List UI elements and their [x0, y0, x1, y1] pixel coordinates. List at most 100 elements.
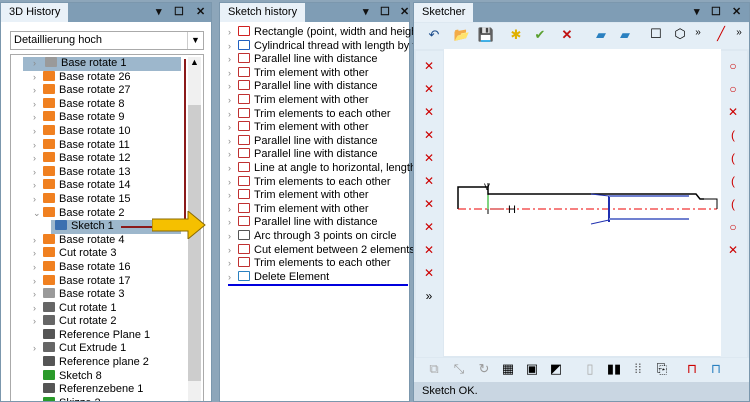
chevron-right-icon[interactable]: ›: [33, 342, 43, 356]
chevron-right-icon[interactable]: ›: [228, 108, 238, 122]
hexagon-icon[interactable]: ⬡: [670, 26, 690, 42]
tab-sketcher[interactable]: Sketcher: [414, 3, 474, 22]
cancel-changes-icon[interactable]: ✱: [506, 27, 526, 43]
chevron-right-icon[interactable]: ›: [33, 288, 43, 302]
maximize-icon[interactable]: ☐: [174, 5, 184, 18]
chevron-right-icon[interactable]: ›: [33, 275, 43, 289]
maximize-icon[interactable]: ☐: [711, 5, 721, 18]
tree-item[interactable]: › Cut rotate 2: [11, 315, 203, 329]
delete-icon[interactable]: ✕: [557, 27, 577, 43]
mirror-icon[interactable]: ⤡: [449, 361, 469, 377]
tree-item[interactable]: › Base rotate 10: [11, 124, 203, 139]
tree-item[interactable]: › Base rotate 12: [11, 152, 203, 166]
rotate-icon[interactable]: ↻: [474, 361, 494, 377]
chevron-right-icon[interactable]: ›: [228, 26, 238, 40]
dropdown-icon[interactable]: ▾: [694, 5, 700, 18]
chevron-right-icon[interactable]: ›: [228, 67, 238, 81]
accept-icon[interactable]: ✔: [530, 27, 550, 43]
chevron-right-icon[interactable]: ›: [33, 179, 43, 193]
chevron-right-icon[interactable]: ›: [228, 40, 238, 54]
tree-item[interactable]: › Base rotate 11: [11, 138, 203, 153]
arc-icon[interactable]: (: [724, 128, 742, 144]
tree-item[interactable]: › Base rotate 3: [11, 288, 203, 302]
tree-item[interactable]: Sketch 8: [11, 369, 203, 384]
sketch-history-item[interactable]: › Parallel line with distance: [228, 53, 409, 67]
scroll-thumb[interactable]: [188, 105, 201, 381]
tab-3d-history[interactable]: 3D History: [1, 3, 69, 22]
chevron-right-icon[interactable]: ›: [33, 193, 43, 207]
chevron-right-icon[interactable]: ›: [33, 247, 43, 261]
cut-element-icon[interactable]: ✕: [420, 105, 438, 121]
chevron-right-icon[interactable]: ›: [228, 189, 238, 203]
sketch-history-item[interactable]: › Trim element with other: [228, 93, 409, 108]
sketch-history-item[interactable]: › Line at angle to horizontal, length: [228, 161, 416, 176]
chevron-right-icon[interactable]: ›: [33, 57, 45, 71]
tree-item[interactable]: › Base rotate 27: [11, 84, 203, 98]
chevron-right-icon[interactable]: ›: [228, 271, 238, 285]
sketch-history-item[interactable]: › Parallel line with distance: [228, 216, 409, 230]
chevron-right-icon[interactable]: ›: [33, 98, 43, 112]
arc-tangent-icon[interactable]: (: [724, 197, 742, 213]
arc-circle-icon[interactable]: ○: [724, 220, 742, 236]
tree-item[interactable]: › Base rotate 26: [11, 70, 203, 85]
chevron-right-icon[interactable]: ›: [33, 302, 43, 316]
sketch-history-item[interactable]: › Trim elements to each other: [228, 175, 409, 190]
tree-item[interactable]: › Base rotate 14: [11, 179, 203, 193]
chevron-right-icon[interactable]: ›: [33, 152, 43, 166]
chevron-right-icon[interactable]: ›: [228, 80, 238, 94]
chevron-right-icon[interactable]: ›: [228, 121, 238, 135]
scale-icon[interactable]: ◩: [546, 361, 566, 377]
chevron-right-icon[interactable]: ›: [228, 257, 238, 271]
chevron-right-icon[interactable]: ›: [33, 139, 43, 153]
chevron-right-icon[interactable]: ›: [228, 148, 238, 162]
chevron-right-icon[interactable]: ›: [228, 94, 238, 108]
chevron-right-icon[interactable]: ›: [33, 111, 43, 125]
chamfer-icon[interactable]: ✕: [420, 197, 438, 213]
tree-item[interactable]: › Base rotate 1: [23, 57, 181, 71]
tree-item[interactable]: › Base rotate 13: [11, 165, 203, 180]
chevron-right-icon[interactable]: ›: [33, 84, 43, 98]
split-icon[interactable]: ▯: [580, 361, 600, 377]
sketch-history-item[interactable]: › Parallel line with distance: [228, 80, 409, 94]
angle-line-icon[interactable]: ✕: [420, 151, 438, 167]
sketch-history-item[interactable]: › Rectangle (point, width and height): [228, 26, 424, 40]
tree-item[interactable]: Referenzebene 1: [11, 383, 203, 397]
tree-item[interactable]: Reference Plane 1: [11, 328, 203, 343]
chevron-right-icon[interactable]: ›: [228, 176, 238, 190]
open-icon[interactable]: 📂: [452, 27, 472, 43]
insert-icon[interactable]: ⎘: [652, 361, 672, 377]
close-icon[interactable]: ✕: [400, 5, 409, 18]
corner-2-icon[interactable]: ✕: [420, 266, 438, 282]
chevron-down-icon[interactable]: ⌄: [33, 207, 43, 221]
bars-icon[interactable]: ▮▮: [604, 361, 624, 377]
sketch-history-item[interactable]: › Trim element with other: [228, 66, 409, 81]
move-icon[interactable]: ⧉: [424, 361, 444, 377]
sketch-history-item[interactable]: › Trim element with other: [228, 202, 409, 217]
tree-item[interactable]: › Base rotate 16: [11, 260, 203, 275]
corner-icon[interactable]: ✕: [420, 243, 438, 259]
tree-item[interactable]: Reference plane 2: [11, 356, 203, 370]
chevron-right-icon[interactable]: ›: [228, 216, 238, 230]
trim-icon[interactable]: ✕: [420, 59, 438, 75]
eraser-icon[interactable]: ▰: [591, 27, 611, 43]
dropdown-icon[interactable]: ▾: [156, 5, 162, 18]
close-icon[interactable]: ✕: [732, 5, 741, 18]
scroll-up-icon[interactable]: ▲: [188, 57, 201, 67]
line-icon[interactable]: ╱: [711, 26, 731, 42]
rectangle-icon[interactable]: ☐: [646, 26, 666, 42]
intersect-icon[interactable]: ✕: [724, 243, 742, 259]
tree-item[interactable]: › Base rotate 15: [11, 192, 203, 207]
arc-3pt-icon[interactable]: (: [724, 151, 742, 167]
more-icon[interactable]: »: [420, 289, 438, 305]
chevron-right-icon[interactable]: ›: [33, 125, 43, 139]
undo-icon[interactable]: ↶: [424, 27, 444, 43]
save-icon[interactable]: 💾: [476, 27, 496, 43]
point-circle-icon[interactable]: ○: [724, 59, 742, 75]
tangent-icon[interactable]: ✕: [724, 105, 742, 121]
chevron-right-icon[interactable]: ›: [228, 162, 238, 176]
profile-icon[interactable]: ⊓: [682, 361, 702, 377]
close-icon[interactable]: ✕: [196, 5, 205, 18]
tree-item[interactable]: › Base rotate 17: [11, 274, 203, 289]
chevron-right-icon[interactable]: ›: [33, 261, 43, 275]
sketch-history-item[interactable]: › Parallel line with distance: [228, 148, 409, 162]
